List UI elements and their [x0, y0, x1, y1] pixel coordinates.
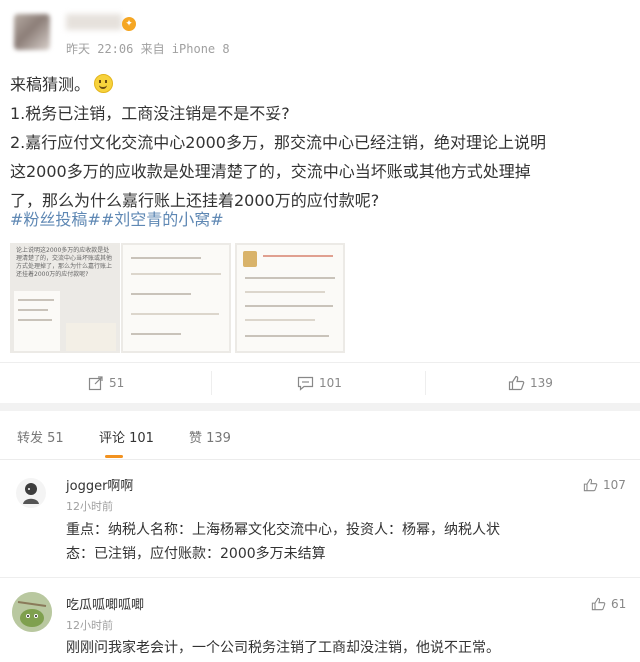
like-icon: [591, 597, 606, 611]
like-count: 139: [530, 376, 553, 390]
comment-icon: [297, 376, 314, 391]
post-image-1[interactable]: 论上说明这2000多万的应收款是处理清楚了的，交流中心当坏账或其他方式处理掉了，…: [10, 243, 120, 353]
commenter-avatar[interactable]: [16, 478, 46, 508]
comment-text-line: 态：已注销，应付账款：2000多万未结算: [66, 546, 326, 562]
post-meta: 昨天 22:06 来自 iPhone 8: [66, 42, 230, 56]
like-button[interactable]: 139: [508, 363, 553, 403]
comment-like-button[interactable]: 61: [591, 597, 626, 611]
comment-count: 101: [319, 376, 342, 390]
post-line-4: 这2000多万的应收款是处理清楚了的，交流中心当坏账或其他方式处理掉: [10, 162, 531, 181]
repost-icon: [88, 376, 103, 391]
post-line-1: 来稿猜测。: [10, 70, 114, 99]
comment-like-count: 107: [603, 478, 626, 492]
like-icon: [508, 375, 525, 391]
comment-time: 12小时前: [66, 500, 113, 513]
author-name-blurred[interactable]: [66, 14, 122, 30]
smile-emoji-icon: [94, 74, 114, 93]
section-separator: [0, 403, 640, 411]
repost-count: 51: [109, 376, 125, 390]
post-image-2[interactable]: [121, 243, 231, 353]
author-avatar[interactable]: [14, 14, 50, 50]
action-bar: 51 101 139: [0, 362, 640, 404]
repost-button[interactable]: 51: [88, 363, 124, 403]
post-line-1-text: 来稿猜测。: [10, 75, 91, 94]
tab-reposts[interactable]: 转发 51: [17, 427, 64, 446]
active-tab-indicator: [105, 455, 123, 458]
commenter-avatar[interactable]: [12, 592, 52, 632]
post-hashtags[interactable]: #粉丝投稿##刘空青的小窝#: [10, 205, 224, 234]
commenter-name[interactable]: jogger啊啊: [66, 475, 133, 494]
comment-like-button[interactable]: 107: [583, 478, 626, 492]
post-image-3[interactable]: [235, 243, 345, 353]
post-line-2: 1.税务已注销，工商没注销是不是不妥?: [10, 104, 290, 123]
post-line-3: 2.嘉行应付文化交流中心2000多万，那交流中心已经注销，绝对理论上说明: [10, 133, 546, 152]
comment-button[interactable]: 101: [297, 363, 342, 403]
comment-divider: [0, 577, 640, 578]
tab-comments[interactable]: 评论 101: [99, 427, 154, 446]
vip-badge-icon: ✦: [122, 17, 136, 31]
comment-text-line: 刚刚问我家老会计，一个公司税务注销了工商却没注销，他说不正常。: [66, 640, 500, 656]
tab-likes[interactable]: 赞 139: [189, 427, 231, 446]
like-icon: [583, 478, 598, 492]
comment-tabs: 转发 51 评论 101 赞 139: [0, 411, 640, 460]
comment-time: 12小时前: [66, 619, 113, 632]
post-image-1-caption: 论上说明这2000多万的应收款是处理清楚了的，交流中心当坏账或其他方式处理掉了，…: [16, 247, 113, 278]
comment-like-count: 61: [611, 597, 627, 611]
commenter-name[interactable]: 吃瓜呱唧呱唧: [66, 594, 144, 613]
comment-text-line: 重点：纳税人名称：上海杨幂文化交流中心，投资人：杨幂，纳税人状: [66, 522, 500, 538]
